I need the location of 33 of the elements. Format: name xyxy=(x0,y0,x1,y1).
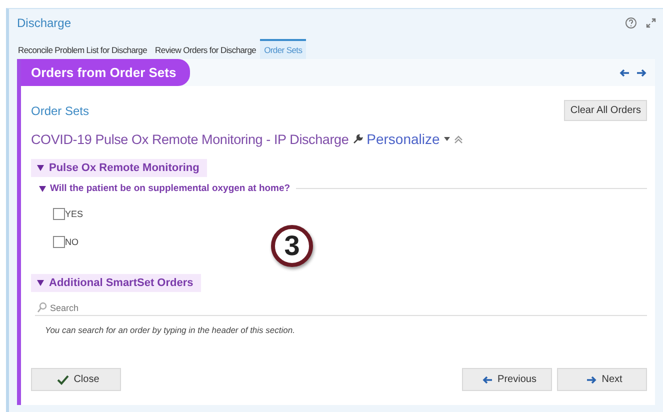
window-title: Discharge xyxy=(17,16,72,30)
previous-button[interactable]: Previous xyxy=(462,368,552,391)
wrench-icon xyxy=(352,134,363,144)
expand-icon[interactable] xyxy=(645,17,657,29)
checkbox[interactable] xyxy=(53,236,65,248)
checkbox-label: NO xyxy=(65,237,78,247)
checkbox-label: YES xyxy=(65,209,84,219)
triangle-icon xyxy=(39,186,46,192)
clear-all-orders-button[interactable]: Clear All Orders xyxy=(564,100,647,121)
tab[interactable]: Review Orders for Discharge xyxy=(151,39,260,59)
next-button[interactable]: Next xyxy=(557,368,647,391)
caret-icon xyxy=(444,137,450,141)
help-icon[interactable] xyxy=(625,17,637,29)
breadcrumb-link[interactable]: Order Sets xyxy=(31,104,90,118)
collapse-icon[interactable] xyxy=(454,134,463,144)
personalize-button[interactable]: Personalize xyxy=(366,131,440,147)
tab[interactable]: Reconcile Problem List for Discharge xyxy=(14,39,152,59)
section-header[interactable]: Pulse Ox Remote Monitoring xyxy=(31,159,208,177)
search-icon xyxy=(37,302,47,313)
right-arrow-icon[interactable] xyxy=(636,68,647,76)
checkmark-icon xyxy=(56,374,69,384)
order-set-name: COVID-19 Pulse Ox Remote Monitoring - IP Discharge xyxy=(31,132,349,146)
section-header[interactable]: Additional SmartSet Orders xyxy=(31,274,202,292)
close-button[interactable]: Close xyxy=(31,368,121,391)
triangle-icon xyxy=(37,280,44,286)
question-header[interactable]: Will the patient be on supplemental oxygen at home? xyxy=(39,183,290,194)
checkbox[interactable] xyxy=(53,208,65,220)
triangle-icon xyxy=(37,165,44,171)
panel-title: Orders from Order Sets xyxy=(21,59,190,86)
left-arrow-icon xyxy=(482,376,493,384)
left-arrow-icon[interactable] xyxy=(619,68,630,76)
right-arrow-icon xyxy=(586,376,597,384)
hint-text: You can search for an order by typing in the header of this section. xyxy=(45,325,296,335)
